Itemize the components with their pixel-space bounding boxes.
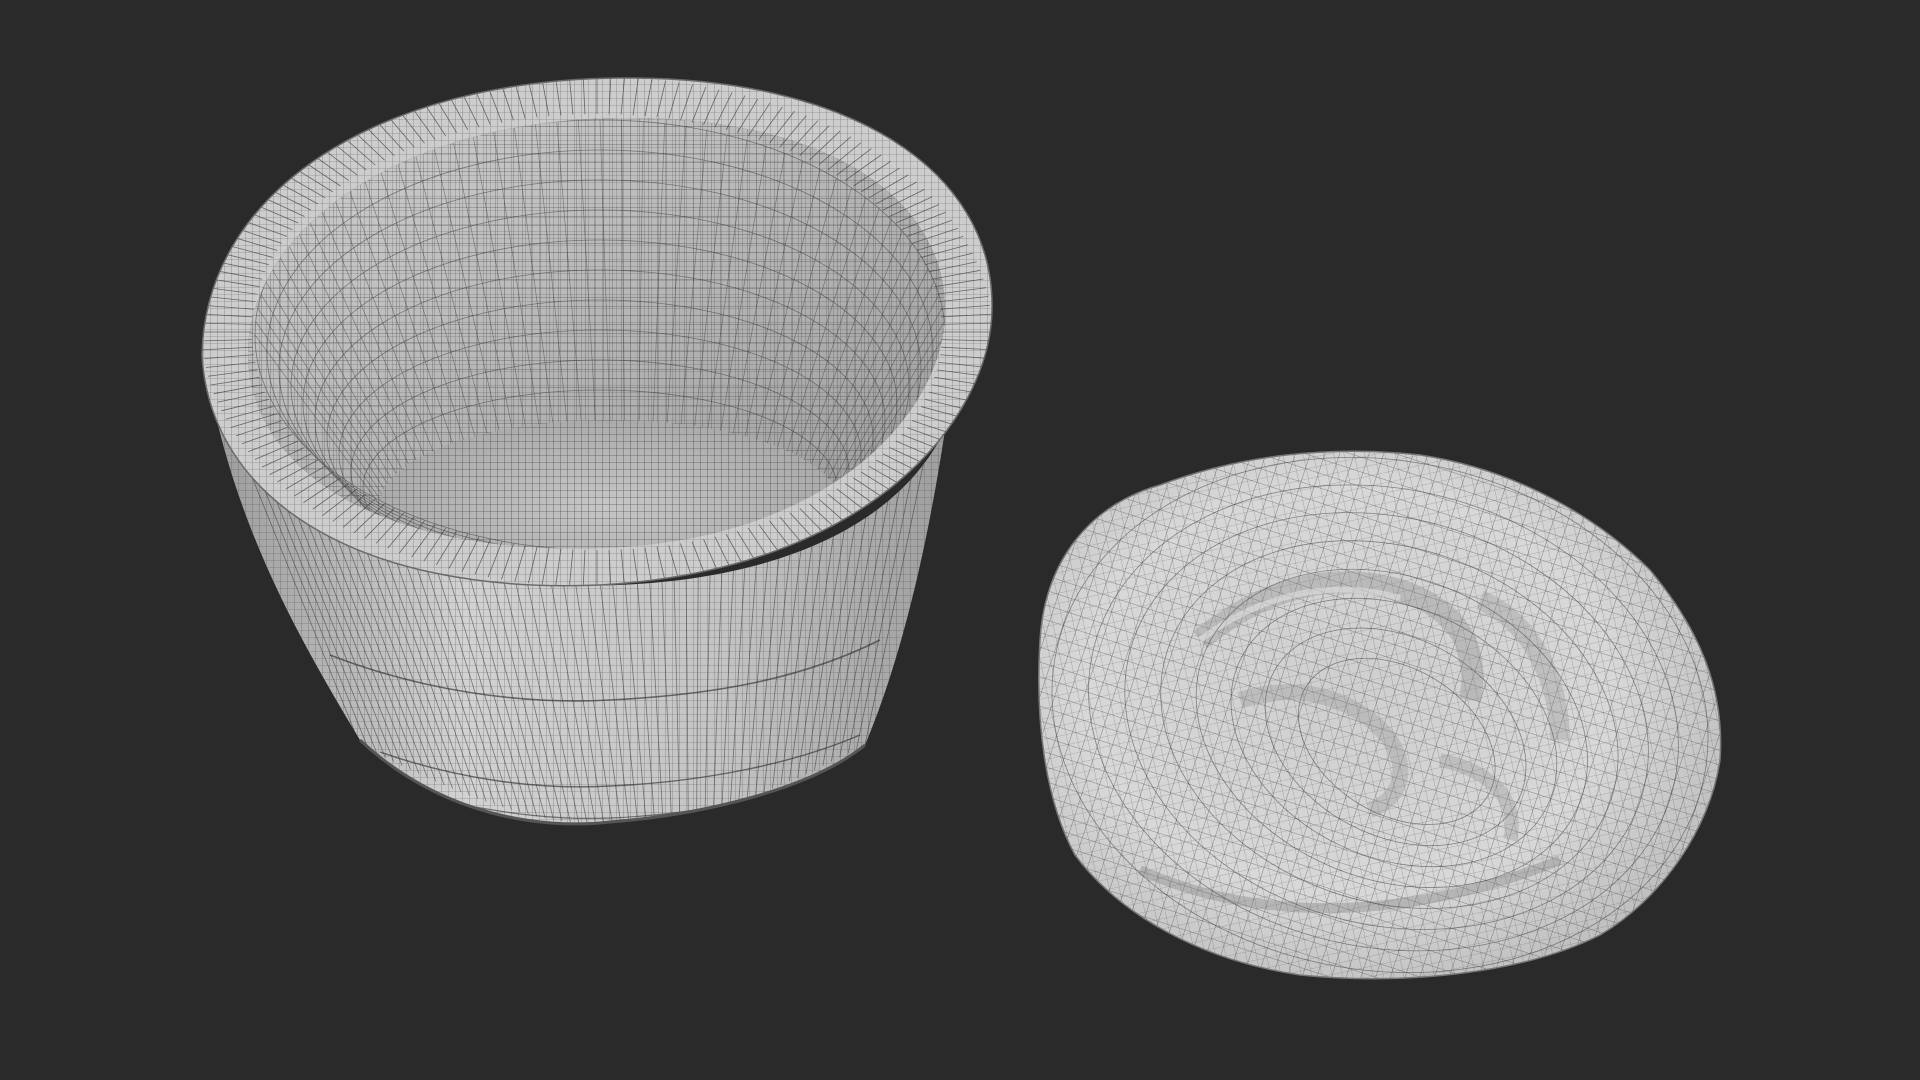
viewport-render [0, 0, 1920, 1080]
